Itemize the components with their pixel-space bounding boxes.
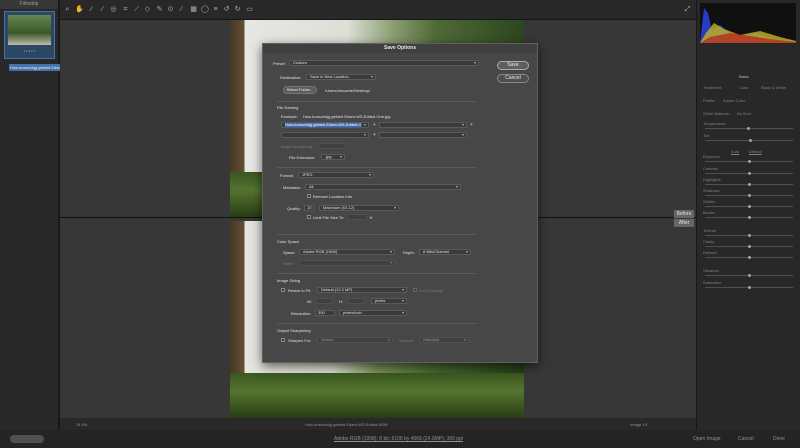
format-select[interactable]: JPEG: [298, 172, 374, 178]
space-select[interactable]: Adobe RGB (1998): [299, 249, 395, 255]
space-label: Space:: [283, 250, 296, 255]
destination-label: Destination:: [280, 75, 302, 80]
select-folder-button[interactable]: Select Folder...: [283, 86, 317, 94]
file-extension-label: File Extension:: [289, 155, 316, 160]
begin-numbering-label: Begin Numbering:: [281, 144, 314, 149]
metadata-label: Metadata:: [283, 185, 301, 190]
dialog-title: Save Options: [263, 44, 537, 53]
height-input[interactable]: [347, 298, 365, 304]
metadata-select[interactable]: All: [305, 184, 461, 190]
destination-select[interactable]: Save in New Location: [306, 74, 376, 80]
file-extension-select[interactable]: .jpg: [321, 154, 345, 160]
name-field-4[interactable]: [379, 132, 467, 138]
image-sizing-title: Image Sizing: [277, 278, 301, 283]
begin-numbering-input[interactable]: [318, 143, 346, 149]
resize-to-fit-checkbox[interactable]: [281, 288, 285, 292]
plus-icon-2[interactable]: +: [470, 122, 473, 128]
intent-select[interactable]: [299, 260, 395, 266]
dialog-cancel-button[interactable]: Cancel: [497, 74, 529, 83]
plus-icon-3[interactable]: +: [373, 132, 376, 138]
resolution-input[interactable]: 300: [315, 310, 335, 316]
example-label: Example:: [281, 114, 298, 119]
limit-file-size-label: Limit File Size To:: [313, 215, 345, 220]
quality-input[interactable]: 10: [304, 205, 314, 211]
height-label: H:: [339, 299, 343, 304]
quality-label: Quality:: [287, 206, 301, 211]
file-naming-title: File Naming: [277, 105, 299, 110]
limit-unit-label: K: [370, 215, 373, 220]
intent-label: Intent:: [283, 261, 295, 266]
name-field-1[interactable]: Huis.bosschrijg.gebied.Edam-WS-Edited.O: [281, 122, 369, 128]
width-label: W:: [307, 299, 312, 304]
example-value: Huis.bosschrijg.gebied.Edam-WS-Edited.On…: [303, 114, 391, 119]
folder-path: /Users/donavrie/Desktop/: [325, 88, 370, 93]
resolution-label: Resolution:: [291, 311, 312, 316]
save-button[interactable]: Save: [497, 61, 529, 70]
depth-select[interactable]: 8 Bits/Channel: [419, 249, 471, 255]
sharpen-checkbox[interactable]: [281, 338, 285, 342]
resize-select[interactable]: Default (12.2 MP): [317, 287, 407, 293]
plus-icon[interactable]: +: [373, 122, 376, 128]
dont-enlarge-checkbox[interactable]: [413, 288, 417, 292]
preset-select[interactable]: Custom: [289, 60, 479, 66]
amount-label: Amount:: [399, 338, 414, 343]
amount-select[interactable]: Standard: [419, 337, 469, 343]
name-field-3[interactable]: [281, 132, 369, 138]
width-input[interactable]: [315, 298, 333, 304]
name-field-2[interactable]: [379, 122, 467, 128]
resize-to-fit-label: Resize to Fit:: [288, 288, 312, 293]
preset-label: Preset:: [273, 61, 286, 66]
remove-location-label: Remove Location Info: [313, 194, 352, 199]
size-unit-select[interactable]: pixels: [371, 298, 407, 304]
quality-select[interactable]: Maximum (10-12): [319, 205, 399, 211]
save-options-dialog: Save Options Save Cancel Preset: Custom …: [262, 43, 538, 363]
dont-enlarge-label: Don't Enlarge: [419, 288, 444, 293]
format-label: Format:: [280, 173, 294, 178]
sharpen-for-label: Sharpen For:: [288, 338, 312, 343]
depth-label: Depth:: [403, 250, 415, 255]
limit-file-size-input[interactable]: [347, 214, 367, 220]
sharpen-select[interactable]: Screen: [317, 337, 393, 343]
limit-file-size-checkbox[interactable]: [307, 215, 311, 219]
remove-location-checkbox[interactable]: [307, 194, 311, 198]
camera-raw-window: Filmstrip • • • • • Huis.bosschrijg.gebi…: [0, 0, 800, 448]
output-sharpening-title: Output Sharpening: [277, 328, 311, 333]
resolution-unit-select[interactable]: pixels/inch: [339, 310, 407, 316]
color-space-title: Color Space: [277, 239, 300, 244]
